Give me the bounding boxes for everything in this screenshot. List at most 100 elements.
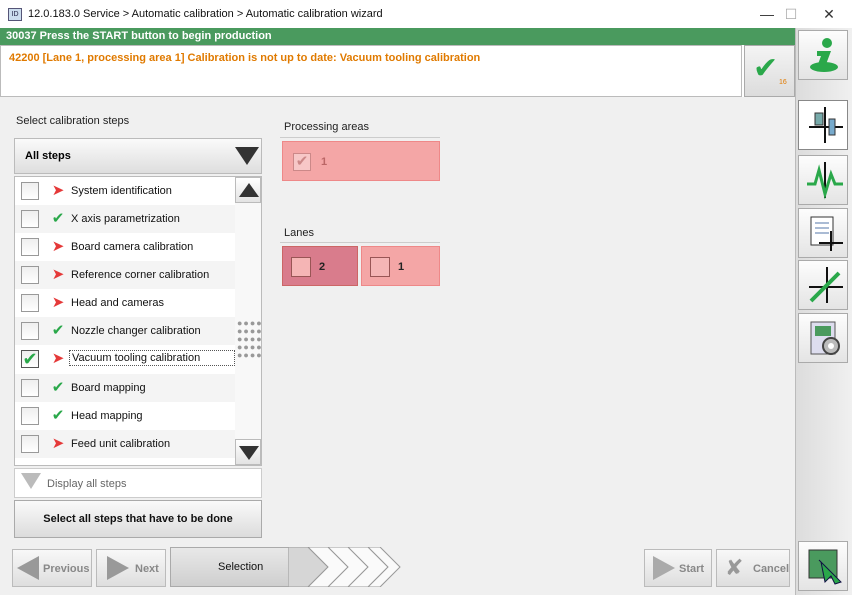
divider <box>280 242 440 243</box>
area-label: 1 <box>321 156 328 168</box>
list-item[interactable]: ✔ Board mapping <box>15 374 235 402</box>
app-icon: ID <box>8 8 22 21</box>
document-calibration-button[interactable] <box>798 208 848 258</box>
steps-header: Select calibration steps <box>16 115 130 127</box>
lane-checkbox[interactable] <box>291 257 311 277</box>
step-checkbox[interactable] <box>21 379 39 397</box>
arrow-down-icon <box>239 446 259 460</box>
pending-arrow-icon: ➤ <box>51 182 65 199</box>
signal-calibration-button[interactable] <box>798 155 848 205</box>
lanes-header: Lanes <box>284 227 314 239</box>
step-checkbox[interactable] <box>21 266 39 284</box>
step-checkbox[interactable] <box>21 210 39 228</box>
step-label: Nozzle changer calibration <box>71 325 201 337</box>
list-item[interactable]: ✔ ➤ Vacuum tooling calibration <box>15 345 235 373</box>
window-title: 12.0.183.0 Service > Automatic calibrati… <box>28 8 383 20</box>
start-label: Start <box>679 563 705 575</box>
pending-arrow-icon: ➤ <box>51 435 65 452</box>
step-label: System identification <box>71 185 172 197</box>
next-button[interactable]: Next <box>96 549 166 587</box>
step-checkbox[interactable] <box>21 407 39 425</box>
filter-icon <box>21 473 41 489</box>
list-item[interactable]: ➤ Reference corner calibration <box>15 261 235 289</box>
done-check-icon: ✔ <box>51 379 65 396</box>
display-all-steps-toggle[interactable]: Display all steps <box>14 468 262 498</box>
acknowledge-button[interactable]: ✔ 16 <box>744 45 795 97</box>
display-all-label: Display all steps <box>47 478 127 490</box>
cancel-x-icon: ✘ <box>725 555 744 580</box>
sidebar <box>795 28 852 595</box>
info-button[interactable] <box>798 30 848 80</box>
step-label: Board mapping <box>71 382 146 394</box>
lane-2-button[interactable]: 2 <box>282 246 358 286</box>
info-icon <box>810 38 838 72</box>
signal-calibration-icon <box>807 162 843 200</box>
step-label: Head mapping <box>71 410 143 422</box>
message-count: 16 <box>779 79 787 86</box>
step-checkbox[interactable] <box>21 322 39 340</box>
step-label: Feed unit calibration <box>71 438 171 450</box>
wizard-chevrons <box>288 547 401 587</box>
processing-areas-header: Processing areas <box>284 121 369 133</box>
step-label: Head and cameras <box>71 297 164 309</box>
exit-icon <box>808 549 842 585</box>
lane-checkbox[interactable] <box>370 257 390 277</box>
exit-button[interactable] <box>798 541 848 591</box>
cancel-button[interactable]: ✘ Cancel <box>716 549 790 587</box>
step-label: Board camera calibration <box>71 241 194 253</box>
list-item[interactable]: ✔ Head mapping <box>15 402 235 430</box>
steps-filter-dropdown[interactable]: All steps <box>14 138 262 174</box>
scroll-down-button[interactable] <box>235 439 261 465</box>
lane-label: 1 <box>398 261 405 273</box>
machine-settings-button[interactable] <box>798 313 848 363</box>
close-button[interactable]: ✕ <box>814 4 844 24</box>
title-bar: ID 12.0.183.0 Service > Automatic calibr… <box>0 0 852 29</box>
maximize-button[interactable]: ☐ <box>776 4 806 24</box>
list-item[interactable]: ➤ Feed unit calibration <box>15 430 235 458</box>
previous-label: Previous <box>43 563 90 575</box>
pending-arrow-icon: ➤ <box>51 266 65 283</box>
scroll-up-button[interactable] <box>235 177 261 203</box>
divider <box>280 137 440 138</box>
pending-arrow-icon: ➤ <box>51 238 65 255</box>
info-message: 30037 Press the START button to begin pr… <box>0 28 795 45</box>
chevron-down-icon <box>235 147 259 165</box>
wizard-step-label: Selection <box>218 561 264 573</box>
step-label: X axis parametrization <box>71 213 180 225</box>
select-all-steps-button[interactable]: Select all steps that have to be done <box>14 500 262 538</box>
step-checkbox[interactable] <box>21 294 39 312</box>
done-check-icon: ✔ <box>51 407 65 424</box>
calibration-button[interactable] <box>798 100 848 150</box>
processing-area-1[interactable]: ✔ 1 <box>282 141 440 181</box>
lane-label: 2 <box>319 261 326 273</box>
wizard-progress: Selection <box>170 547 410 587</box>
done-check-icon: ✔ <box>51 322 65 339</box>
lane-1-button[interactable]: 1 <box>361 246 440 286</box>
list-item[interactable]: ➤ System identification <box>15 177 235 205</box>
step-checkbox[interactable] <box>21 238 39 256</box>
warning-message: 42200 [Lane 1, processing area 1] Calibr… <box>0 45 742 97</box>
area-checkbox[interactable]: ✔ <box>293 153 311 171</box>
step-label: Reference corner calibration <box>71 269 210 281</box>
document-calibration-icon <box>810 216 843 251</box>
list-item[interactable]: ✔ Nozzle changer calibration <box>15 317 235 345</box>
arrow-right-icon <box>107 556 129 580</box>
arrow-left-icon <box>17 556 39 580</box>
list-item[interactable]: ✔ X axis parametrization <box>15 205 235 233</box>
previous-button[interactable]: Previous <box>12 549 92 587</box>
steps-list: ➤ System identification ✔ X axis paramet… <box>14 176 262 466</box>
scroll-grip[interactable]: ●●●● ●●●● ●●●● ●●●● ●●●● <box>237 319 262 360</box>
step-checkbox[interactable] <box>21 435 39 453</box>
checkmark-icon: ✔ <box>753 52 779 85</box>
tool-calibration-button[interactable] <box>798 260 848 310</box>
step-label: Vacuum tooling calibration <box>69 350 235 366</box>
done-check-icon: ✔ <box>51 210 65 227</box>
step-checkbox[interactable] <box>21 182 39 200</box>
start-button[interactable]: Start <box>644 549 712 587</box>
list-item[interactable]: ➤ Head and cameras <box>15 289 235 317</box>
scrollbar[interactable]: ●●●● ●●●● ●●●● ●●●● ●●●● <box>235 177 262 465</box>
step-checkbox-checked[interactable]: ✔ <box>21 350 39 368</box>
steps-filter-value: All steps <box>25 150 71 162</box>
play-icon <box>653 556 675 580</box>
list-item[interactable]: ➤ Board camera calibration <box>15 233 235 261</box>
